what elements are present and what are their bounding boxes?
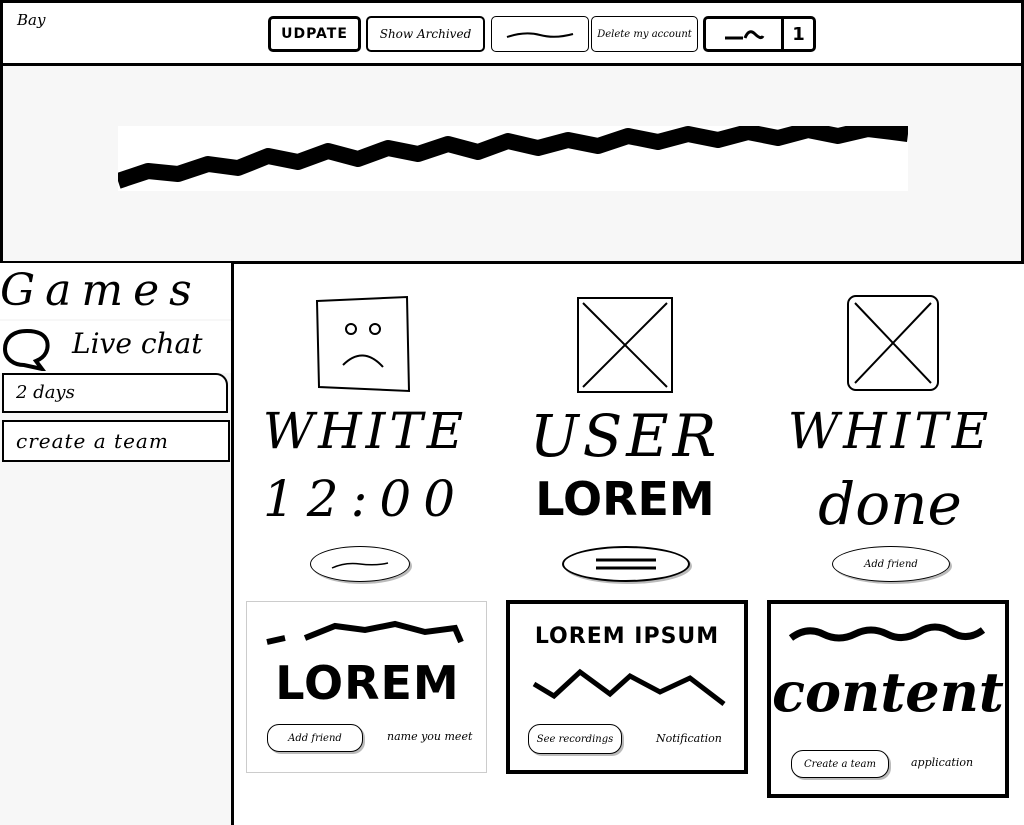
logo[interactable]: Bay [17,11,45,29]
profile-name: USER [529,402,721,470]
scribble-line-icon [506,32,574,38]
card-heading-scribble [266,620,464,645]
profile-card: WHITE 12:00 [245,290,485,590]
content-card: LOREM IPSUM See recordings Notification [506,600,748,774]
sidebar: Games Live chat 2 days create a team [0,263,234,825]
chat-bubble-icon [2,328,50,371]
profile-name: WHITE [262,402,468,460]
sidebar-title: Games [0,263,231,319]
banner-heading-scribble [115,121,909,191]
image-placeholder-icon [847,295,939,391]
bell-icon [706,19,785,49]
notifications-button[interactable]: 1 [703,16,816,52]
application-link[interactable]: application [911,756,973,769]
profile-card: WHITE done Add friend [770,290,1010,590]
top-navigation-bar: Bay UDPATE Show Archived Delete my accou… [0,0,1024,66]
profile-action-button[interactable] [310,546,410,582]
live-chat-item[interactable]: Live chat [0,321,231,373]
profile-subtitle: done [818,470,962,538]
card-heading-scribble [788,623,986,642]
see-recordings-button[interactable]: See recordings [528,724,622,754]
add-friend-button[interactable]: Add friend [832,546,950,582]
add-friend-button[interactable]: Add friend [267,724,363,752]
show-archived-button[interactable]: Show Archived [366,16,485,52]
card-title: LOREM [275,656,460,710]
profile-subtitle: 12:00 [262,470,468,528]
content-card: LOREM Add friend name you meet [246,601,487,773]
card-body-scribble [532,668,726,706]
profile-card: USER LOREM [505,290,745,590]
profile-subtitle: LOREM [535,472,715,526]
sidebar-item-2-days[interactable]: 2 days [2,373,228,413]
notification-count-badge: 1 [792,23,805,45]
scribble-button[interactable] [491,16,589,52]
card-link[interactable]: name you meet [387,730,472,743]
create-team-button[interactable]: Create a team [791,750,889,778]
live-chat-label: Live chat [72,327,203,360]
card-title: content [772,660,1004,724]
hero-banner [0,66,1024,264]
scribble-line-icon [331,562,389,569]
update-button[interactable]: UDPATE [268,16,361,52]
sad-face-avatar-icon [315,295,411,393]
create-team-button[interactable]: create a team [2,420,230,462]
profile-action-button[interactable] [562,546,690,582]
image-placeholder-icon [577,297,673,393]
card-title: LOREM IPSUM [534,624,720,649]
content-card: content Create a team application [767,600,1009,798]
menu-lines-icon [596,558,656,570]
profile-name: WHITE [787,402,993,460]
notification-link[interactable]: Notification [656,732,722,745]
delete-account-button[interactable]: Delete my account [591,16,698,52]
